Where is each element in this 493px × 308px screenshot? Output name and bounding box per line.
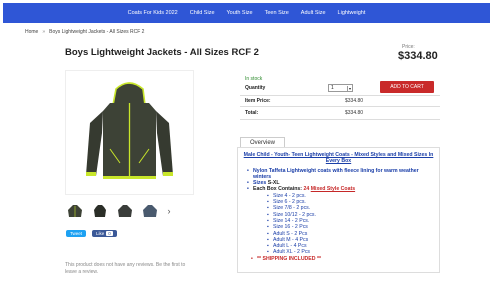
thumbnail-4[interactable] — [140, 203, 160, 219]
tweet-button[interactable]: Tweet — [66, 230, 87, 237]
breadcrumb-current: Boys Lightweight Jackets - All Sizes RCF… — [49, 29, 145, 35]
nav-child-size[interactable]: Child Size — [190, 10, 215, 16]
overview-list: Nylon Taffeta Lightweight coats with fle… — [243, 168, 434, 256]
overview-panel: Male Child - Youth- Teen Lightweight Coa… — [237, 147, 440, 273]
chevron-right-icon[interactable]: › — [165, 203, 173, 219]
mixed-style-link[interactable]: Mixed Style Coats — [311, 186, 355, 192]
product-title: Boys Lightweight Jackets - All Sizes RCF… — [65, 47, 259, 58]
sizes-value: S-XL — [267, 180, 280, 187]
size-list: Size 4 - 2 pcs. Size 6 - 2 pcs. Size 7/8… — [253, 193, 434, 256]
breadcrumb: Home » Boys Lightweight Jackets - All Si… — [25, 29, 144, 35]
total-value: $334.80 — [345, 110, 364, 116]
like-button[interactable]: Like 0 — [92, 230, 117, 237]
add-to-cart-button[interactable]: ADD TO CART — [380, 81, 434, 93]
item-price-value: $334.80 — [345, 98, 364, 104]
list-item: Each Box Contains: 24 Mixed Style Coats … — [243, 186, 434, 256]
feature-text: Nylon Taffeta Lightweight coats with fle… — [253, 167, 419, 180]
product-main-image[interactable] — [65, 70, 194, 195]
sizes-label: Sizes — [253, 180, 267, 187]
item-price-label: Item Price: — [245, 98, 271, 104]
list-item: Nylon Taffeta Lightweight coats with fle… — [243, 168, 434, 181]
nav-adult-size[interactable]: Adult Size — [301, 10, 326, 16]
thumbnail-1[interactable] — [65, 203, 85, 219]
box-contents-label: Each Box Contains: — [253, 186, 303, 193]
total-label: Total: — [245, 110, 259, 116]
nav-youth-size[interactable]: Youth Size — [227, 10, 253, 16]
product-price: $334.80 — [398, 50, 438, 62]
shipping-note: ** SHIPPING INCLUDED ** — [243, 256, 434, 263]
box-count: 24 — [303, 186, 310, 193]
chevron-down-icon: ▾ — [346, 85, 351, 91]
thumbnail-3[interactable] — [115, 203, 135, 219]
nav-lightweight[interactable]: Lightweight — [338, 10, 366, 16]
like-count: 0 — [106, 231, 113, 236]
quantity-select[interactable]: 1 ▾ — [328, 84, 353, 92]
like-label: Like — [96, 231, 105, 236]
top-nav: Coats For Kids 2022 Child Size Youth Siz… — [3, 3, 490, 23]
thumbnail-2[interactable] — [90, 203, 110, 219]
divider — [240, 119, 440, 120]
quantity-label: Quantity — [245, 85, 266, 91]
divider — [240, 106, 440, 107]
nav-coats-for-kids[interactable]: Coats For Kids 2022 — [128, 10, 178, 16]
breadcrumb-separator: » — [42, 29, 46, 35]
reviews-text: This product does not have any reviews. … — [65, 262, 186, 275]
thumbnail-strip: › — [65, 203, 173, 219]
divider — [240, 95, 440, 96]
stock-status: In stock — [245, 76, 263, 82]
jacket-image — [86, 82, 173, 179]
nav-teen-size[interactable]: Teen Size — [265, 10, 289, 16]
overview-heading[interactable]: Male Child - Youth- Teen Lightweight Coa… — [243, 152, 434, 165]
social-buttons: Tweet Like 0 — [66, 230, 117, 237]
breadcrumb-home[interactable]: Home — [25, 29, 38, 35]
quantity-value: 1 — [331, 85, 334, 91]
